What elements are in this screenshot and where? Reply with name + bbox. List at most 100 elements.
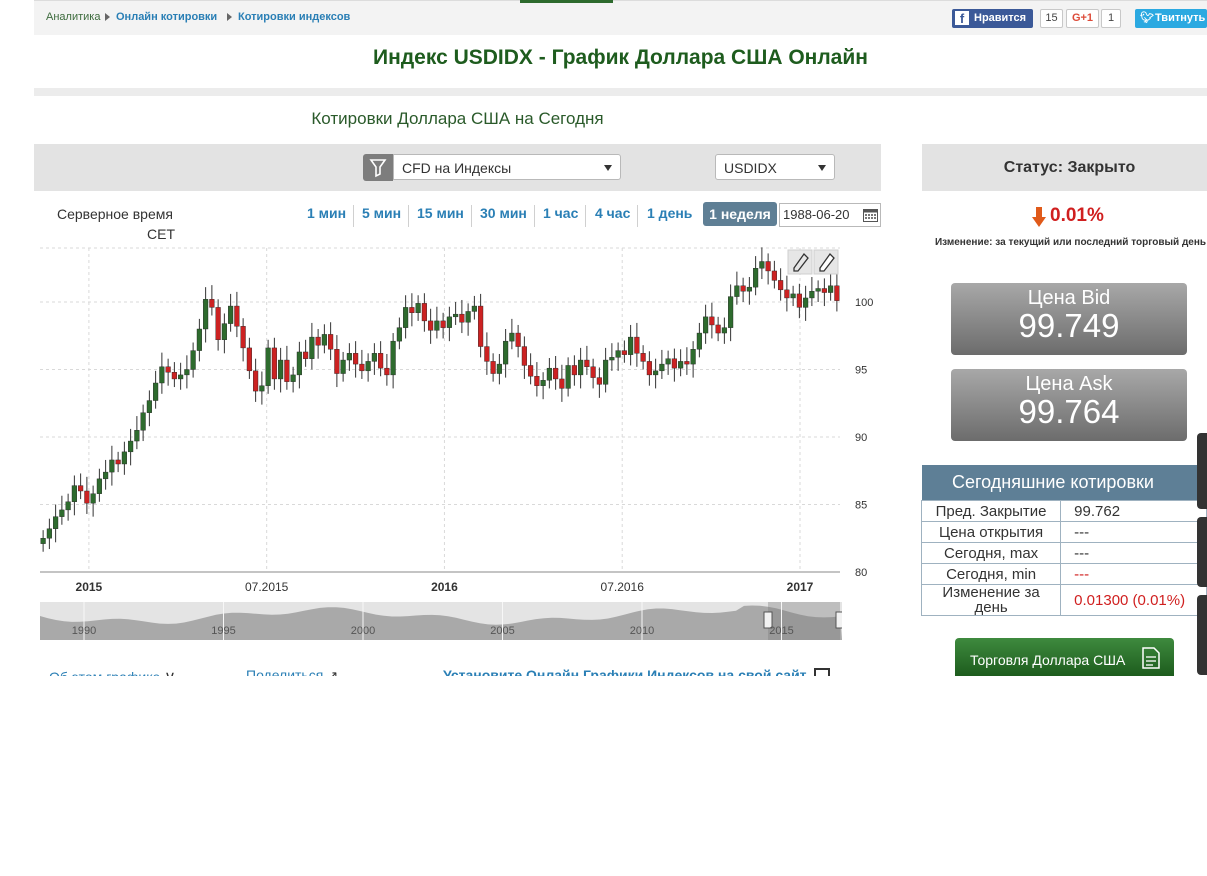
candle-body — [834, 285, 840, 301]
candle-body — [678, 361, 684, 369]
candle-body — [178, 374, 184, 380]
pencil-tool-icon[interactable] — [787, 249, 813, 275]
candle-body — [365, 361, 371, 372]
breadcrumb-online-quotes[interactable]: Онлайн котировки — [116, 11, 217, 23]
candle-body — [340, 359, 346, 374]
date-input[interactable]: 1988-06-20 — [779, 203, 881, 227]
candle-body — [165, 366, 171, 373]
timeframe-divider — [471, 205, 472, 227]
candle-body — [446, 316, 452, 328]
candle-body — [290, 374, 296, 382]
candle-body — [715, 324, 721, 334]
navigator-tick-label: 2000 — [351, 625, 375, 637]
candle-body — [221, 323, 227, 340]
ask-value: 99.764 — [1018, 393, 1120, 430]
timeframe-1day[interactable]: 1 день — [647, 205, 692, 221]
arrow-down-icon — [1032, 207, 1046, 232]
filter-icon[interactable] — [363, 154, 393, 181]
side-scroll-tab[interactable] — [1197, 595, 1207, 675]
candle-body — [453, 313, 459, 318]
bid-price-box: Цена Bid 99.749 — [951, 283, 1187, 355]
candle-body — [553, 367, 559, 380]
candle-body — [421, 303, 427, 322]
top-bar: Аналитика Онлайн котировки Котировки инд… — [34, 0, 1207, 35]
candle-body — [321, 334, 327, 346]
category-select[interactable]: CFD на Индексы — [393, 154, 621, 180]
facebook-count: 15 — [1040, 9, 1063, 28]
candle-body — [565, 365, 571, 389]
candle-body — [515, 332, 521, 347]
navigator-tick-label: 2010 — [630, 625, 654, 637]
x-tick-label: 07.2016 — [601, 580, 645, 594]
candle-body — [259, 385, 265, 392]
breadcrumb-index-quotes[interactable]: Котировки индексов — [238, 11, 350, 23]
candle-body — [578, 359, 584, 376]
timeframe-4hour[interactable]: 4 час — [595, 205, 630, 221]
candle-body — [121, 451, 127, 465]
candle-body — [653, 370, 659, 376]
chart-navigator[interactable]: 1990 1995 2000 2005 2010 2015 — [40, 602, 842, 640]
candle-body — [471, 305, 477, 312]
candle-body — [703, 316, 709, 334]
candle-body — [790, 293, 796, 299]
navigator-tick-label: 2015 — [769, 625, 793, 637]
calendar-icon[interactable] — [863, 208, 878, 222]
candle-body — [496, 363, 502, 374]
timeframe-1week[interactable]: 1 неделя — [703, 202, 777, 226]
candle-body — [815, 288, 821, 292]
candle-body — [128, 440, 134, 453]
timeframe-5min[interactable]: 5 мин — [362, 205, 401, 221]
candle-body — [96, 478, 102, 494]
navigator-handle[interactable] — [835, 611, 842, 629]
candle-body — [659, 363, 665, 372]
symbol-select[interactable]: USDIDX — [715, 154, 835, 180]
y-tick-label: 85 — [855, 500, 867, 512]
trade-usd-button[interactable]: Торговля Доллара США — [955, 638, 1174, 676]
chart-filter-bar: CFD на Индексы USDIDX — [34, 144, 881, 191]
candle-body — [196, 328, 202, 351]
twitter-tweet-button[interactable]: 🐦︎ Твитнуть — [1135, 9, 1207, 28]
candle-body — [134, 430, 140, 442]
facebook-like-button[interactable]: f Нравится — [952, 9, 1033, 28]
candle-body — [784, 289, 790, 299]
change-percent: 0.01% — [1050, 205, 1104, 226]
market-status: Статус: Закрыто — [1003, 159, 1136, 176]
candle-body — [315, 336, 321, 346]
side-scroll-tab[interactable] — [1197, 433, 1207, 509]
candle-body — [171, 371, 177, 380]
candle-body — [696, 332, 702, 350]
candle-body — [528, 365, 534, 377]
candle-body — [84, 490, 90, 504]
candle-body — [721, 327, 727, 334]
bid-value: 99.749 — [1018, 307, 1120, 344]
timeframe-1hour[interactable]: 1 час — [543, 205, 578, 221]
chevron-down-icon — [818, 165, 826, 171]
candle-body — [90, 493, 96, 504]
google-plus-button[interactable]: G+1 — [1066, 9, 1099, 28]
candle-body — [296, 351, 302, 376]
breadcrumb-analytics[interactable]: Аналитика — [46, 11, 100, 23]
candle-body — [109, 459, 115, 473]
price-chart[interactable]: 80 85 90 95 100 2015 07.2015 2016 07.2016 2017 — [36, 246, 886, 598]
side-scroll-tab[interactable] — [1197, 517, 1207, 587]
todays-quotes-title: Сегодняшние котировки — [922, 465, 1207, 500]
candle-body — [240, 326, 246, 349]
candle-body — [40, 538, 46, 544]
candle-body — [559, 378, 565, 389]
table-row: Изменение за день 0.01300 (0.01%) — [920, 584, 1207, 616]
timeframe-1min[interactable]: 1 мин — [307, 205, 346, 221]
candle-body — [828, 285, 834, 293]
candle-body — [478, 305, 484, 347]
candle-body — [334, 349, 340, 374]
breadcrumb-separator-icon — [227, 13, 232, 21]
candle-body — [53, 516, 59, 529]
timeframe-15min[interactable]: 15 мин — [417, 205, 464, 221]
candle-body — [115, 459, 121, 465]
candle-body — [778, 280, 784, 291]
candle-body — [734, 285, 740, 297]
table-row: Пред. Закрытие 99.762 — [920, 500, 1207, 522]
candle-body — [690, 349, 696, 365]
timeframe-30min[interactable]: 30 мин — [480, 205, 527, 221]
eraser-tool-icon[interactable] — [813, 249, 839, 275]
timeframe-divider — [585, 205, 586, 227]
